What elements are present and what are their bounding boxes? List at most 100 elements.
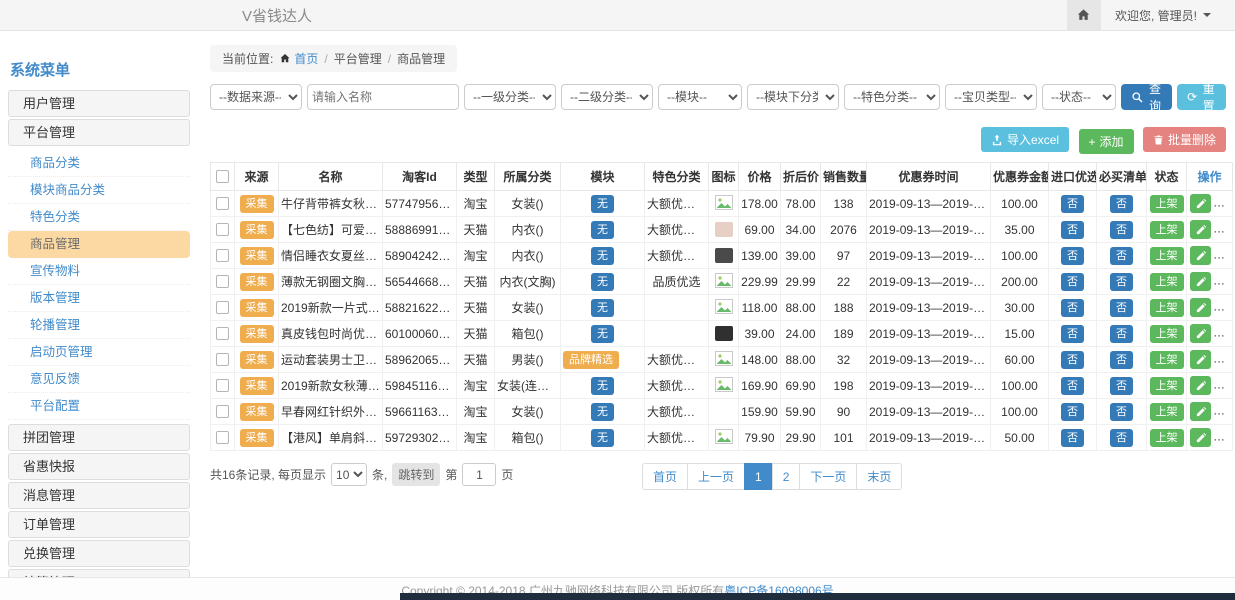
sidebar-item-8[interactable]: 意见反馈 [8, 366, 190, 393]
status-badge[interactable]: 上架 [1150, 377, 1184, 395]
import-toggle-badge[interactable]: 否 [1061, 247, 1084, 265]
page-button-0[interactable]: 首页 [642, 463, 688, 490]
must-buy-toggle-badge[interactable]: 否 [1110, 195, 1133, 213]
import-excel-button[interactable]: 导入excel [981, 127, 1069, 152]
filter-data-source[interactable]: --数据来源-- [210, 84, 302, 110]
reset-button[interactable]: ⟳ 重置 [1177, 84, 1226, 110]
status-badge[interactable]: 上架 [1150, 429, 1184, 447]
filter-select-1[interactable]: --一级分类-- [464, 84, 556, 110]
status-badge[interactable]: 上架 [1150, 403, 1184, 421]
status-badge[interactable]: 上架 [1150, 195, 1184, 213]
sidebar-item-2[interactable]: 特色分类 [8, 204, 190, 231]
sidebar-group-0[interactable]: 拼团管理 [8, 424, 190, 451]
page-button-3[interactable]: 2 [772, 463, 801, 490]
select-all-checkbox[interactable] [216, 170, 229, 183]
import-toggle-badge[interactable]: 否 [1061, 299, 1084, 317]
home-button[interactable] [1067, 0, 1101, 30]
status-badge[interactable]: 上架 [1150, 247, 1184, 265]
sidebar-group-1[interactable]: 省惠快报 [8, 453, 190, 480]
must-buy-toggle-badge[interactable]: 否 [1110, 377, 1133, 395]
status-badge[interactable]: 上架 [1150, 351, 1184, 369]
sidebar-item-1[interactable]: 模块商品分类 [8, 177, 190, 204]
filter-select-2[interactable]: --二级分类-- [561, 84, 653, 110]
sidebar-item-5[interactable]: 版本管理 [8, 285, 190, 312]
filter-select-7[interactable]: --状态-- [1042, 84, 1116, 110]
must-buy-toggle-badge[interactable]: 否 [1110, 403, 1133, 421]
sidebar-group-4[interactable]: 兑换管理 [8, 540, 190, 567]
user-menu[interactable]: 欢迎您, 管理员! [1101, 7, 1235, 24]
must-buy-toggle-badge[interactable]: 否 [1110, 247, 1133, 265]
row-checkbox[interactable] [216, 301, 229, 314]
must-buy-toggle-badge[interactable]: 否 [1110, 429, 1133, 447]
status-badge[interactable]: 上架 [1150, 325, 1184, 343]
breadcrumb-home-link[interactable]: 首页 [279, 50, 318, 67]
import-toggle-badge[interactable]: 否 [1061, 403, 1084, 421]
app-title: V省钱达人 [242, 5, 312, 26]
row-checkbox[interactable] [216, 353, 229, 366]
must-buy-toggle-badge[interactable]: 否 [1110, 351, 1133, 369]
status-badge[interactable]: 上架 [1150, 299, 1184, 317]
batch-delete-button[interactable]: 批量删除 [1143, 127, 1226, 152]
name-cell: 薄款无钢圈文胸聚拢性... [279, 269, 383, 295]
add-button[interactable]: + 添加 [1079, 129, 1134, 154]
page-button-1[interactable]: 上一页 [687, 463, 745, 490]
sidebar-item-9[interactable]: 平台配置 [8, 393, 190, 420]
status-badge[interactable]: 上架 [1150, 221, 1184, 239]
must-buy-toggle-badge[interactable]: 否 [1110, 221, 1133, 239]
filter-select-4[interactable]: --模块下分类-- [747, 84, 839, 110]
sidebar-item-6[interactable]: 轮播管理 [8, 312, 190, 339]
sidebar-item-7[interactable]: 启动页管理 [8, 339, 190, 366]
filter-select-6[interactable]: --宝贝类型-- [945, 84, 1037, 110]
edit-button[interactable] [1190, 194, 1211, 213]
must-buy-toggle-badge[interactable]: 否 [1110, 325, 1133, 343]
import-toggle-badge[interactable]: 否 [1061, 377, 1084, 395]
jump-button[interactable]: 跳转到 [392, 463, 440, 486]
import-toggle-badge[interactable]: 否 [1061, 429, 1084, 447]
edit-button[interactable] [1190, 220, 1211, 239]
name-filter-input[interactable] [307, 84, 459, 110]
row-checkbox[interactable] [216, 379, 229, 392]
row-checkbox[interactable] [216, 431, 229, 444]
page-size-select[interactable]: 10 [331, 463, 367, 486]
edit-button[interactable] [1190, 324, 1211, 343]
page-button-4[interactable]: 下一页 [799, 463, 857, 490]
sidebar-group-users[interactable]: 用户管理 [8, 90, 190, 117]
page-button-2[interactable]: 1 [744, 463, 773, 490]
import-toggle-badge[interactable]: 否 [1061, 195, 1084, 213]
sidebar-group-2[interactable]: 消息管理 [8, 482, 190, 509]
import-toggle-badge[interactable]: 否 [1061, 325, 1084, 343]
edit-button[interactable] [1190, 376, 1211, 395]
actions-cell [1187, 217, 1233, 243]
sidebar-item-4[interactable]: 宣传物料 [8, 258, 190, 285]
sidebar-submenu: 商品分类模块商品分类特色分类商品管理宣传物料版本管理轮播管理启动页管理意见反馈平… [8, 148, 190, 424]
edit-button[interactable] [1190, 246, 1211, 265]
icon-cell [709, 373, 739, 399]
page-button-5[interactable]: 末页 [856, 463, 902, 490]
row-checkbox[interactable] [216, 327, 229, 340]
row-checkbox[interactable] [216, 249, 229, 262]
edit-button[interactable] [1190, 298, 1211, 317]
row-checkbox[interactable] [216, 223, 229, 236]
search-button[interactable]: 查询 [1121, 84, 1172, 110]
jump-page-input[interactable] [462, 463, 496, 486]
import-toggle-badge[interactable]: 否 [1061, 221, 1084, 239]
edit-button[interactable] [1190, 428, 1211, 447]
filter-select-3[interactable]: --模块-- [658, 84, 742, 110]
status-badge[interactable]: 上架 [1150, 273, 1184, 291]
sidebar-item-3[interactable]: 商品管理 [8, 231, 190, 258]
must-buy-toggle-badge[interactable]: 否 [1110, 299, 1133, 317]
row-checkbox[interactable] [216, 405, 229, 418]
row-checkbox[interactable] [216, 275, 229, 288]
filter-select-5[interactable]: --特色分类-- [844, 84, 940, 110]
edit-button[interactable] [1190, 350, 1211, 369]
row-checkbox[interactable] [216, 197, 229, 210]
edit-button[interactable] [1190, 272, 1211, 291]
sidebar-item-0[interactable]: 商品分类 [8, 150, 190, 177]
import-toggle-badge[interactable]: 否 [1061, 351, 1084, 369]
column-header-10: 销售数量 [821, 163, 867, 191]
import-toggle-badge[interactable]: 否 [1061, 273, 1084, 291]
sidebar-group-platform[interactable]: 平台管理 [8, 119, 190, 146]
edit-button[interactable] [1190, 402, 1211, 421]
sidebar-group-3[interactable]: 订单管理 [8, 511, 190, 538]
must-buy-toggle-badge[interactable]: 否 [1110, 273, 1133, 291]
